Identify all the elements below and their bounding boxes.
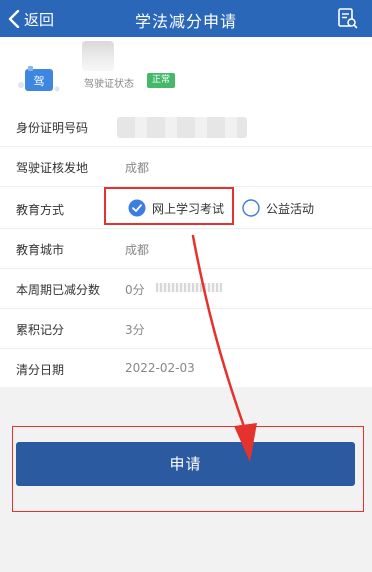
accumulated-label: 累积记分 bbox=[16, 323, 65, 337]
driver-license-icon: 驾 bbox=[16, 59, 62, 99]
issue-place-label: 驾驶证核发地 bbox=[16, 161, 89, 175]
period-reduced-value: 0分 bbox=[125, 283, 145, 297]
status-badge: 正常 bbox=[147, 73, 176, 88]
id-number-label: 身份证明号码 bbox=[16, 121, 89, 135]
id-number-redacted bbox=[117, 117, 247, 138]
option-online-exam-label: 网上学习考试 bbox=[152, 201, 225, 216]
row-issue-place: 驾驶证核发地 成都 bbox=[0, 147, 372, 187]
check-circle-icon bbox=[128, 199, 146, 217]
radio-empty-icon bbox=[242, 199, 260, 217]
name-redacted bbox=[82, 41, 114, 71]
row-id-number: 身份证明号码 bbox=[0, 107, 372, 147]
option-public-welfare-label: 公益活动 bbox=[266, 201, 315, 216]
row-period-reduced: 本周期已减分数 0分 bbox=[0, 269, 372, 309]
license-status-label: 驾驶证状态 bbox=[84, 79, 134, 90]
page-title: 学法减分申请 bbox=[134, 12, 237, 31]
row-edu-city: 教育城市 成都 bbox=[0, 229, 372, 269]
accumulated-value: 3分 bbox=[125, 323, 145, 337]
option-public-welfare[interactable]: 公益活动 bbox=[242, 199, 314, 217]
row-edu-method: 教育方式 网上学习考试 公益活动 bbox=[0, 189, 372, 229]
clear-date-label: 清分日期 bbox=[16, 363, 65, 377]
edu-city-label: 教育城市 bbox=[16, 243, 65, 257]
edu-city-value: 成都 bbox=[125, 243, 150, 257]
license-icon-char: 驾 bbox=[34, 75, 45, 88]
apply-button[interactable]: 申请 bbox=[16, 442, 355, 486]
option-online-exam[interactable]: 网上学习考试 bbox=[128, 199, 224, 217]
application-card: 驾 驾驶证状态 正常 身份证明号码 驾驶证核发地 成都 教育方式 网上学习考试 … bbox=[0, 37, 372, 387]
clear-date-value: 2022-02-03 bbox=[125, 361, 195, 375]
edu-method-label: 教育方式 bbox=[16, 203, 65, 217]
period-reduced-redacted bbox=[156, 283, 222, 292]
divider bbox=[0, 186, 372, 187]
row-clear-date: 清分日期 2022-02-03 bbox=[0, 349, 372, 389]
period-reduced-label: 本周期已减分数 bbox=[16, 283, 101, 297]
issue-place-value: 成都 bbox=[125, 161, 150, 175]
row-accumulated: 累积记分 3分 bbox=[0, 309, 372, 349]
document-search-icon[interactable] bbox=[336, 7, 358, 33]
nav-bar: 返回 学法减分申请 bbox=[0, 0, 372, 37]
